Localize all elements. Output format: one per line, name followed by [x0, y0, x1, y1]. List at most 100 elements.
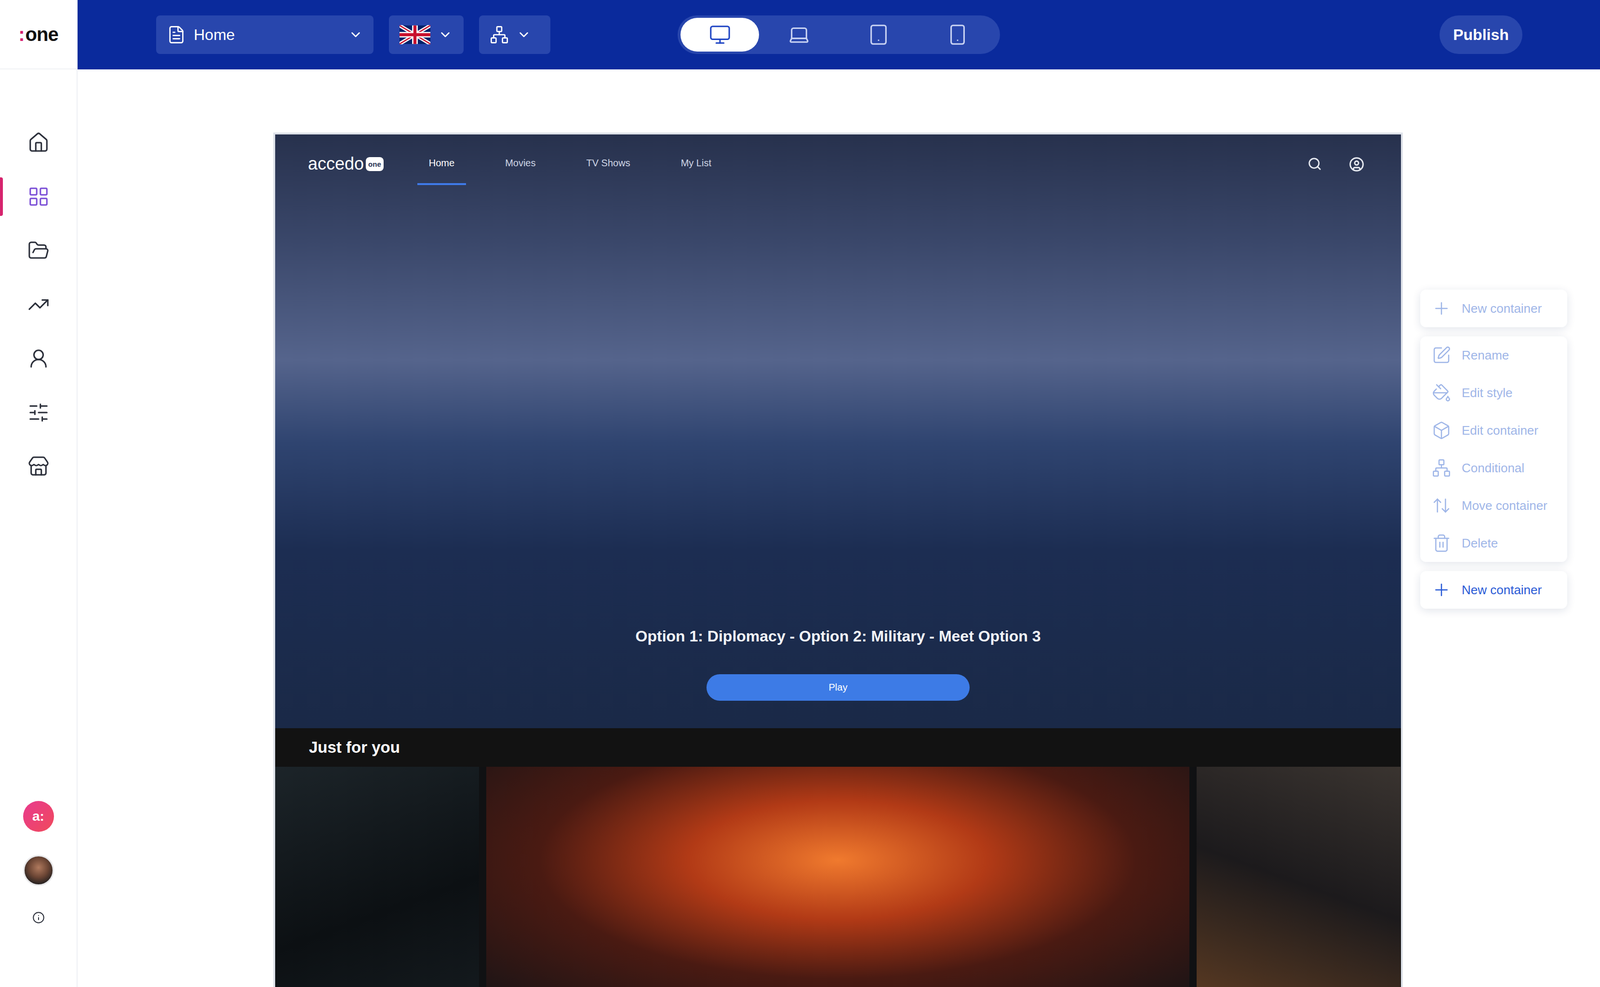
plus-icon — [1431, 580, 1452, 600]
brand-badge: one — [365, 157, 384, 172]
menu-item-label: New container — [1461, 301, 1542, 317]
logo-mark: : — [18, 23, 25, 46]
user-icon — [1348, 156, 1365, 173]
sidebar: :one a: — [0, 0, 78, 987]
menu-card: New container — [1420, 289, 1568, 328]
info-button[interactable] — [29, 910, 48, 925]
menu-item-label: Delete — [1461, 535, 1498, 551]
sidebar-item[interactable] — [0, 331, 77, 386]
menu-item-label: New container — [1461, 582, 1542, 598]
pen-icon — [1431, 345, 1452, 365]
container-menu: New container Rename Edit style Edit contai… — [1420, 289, 1568, 609]
account-button[interactable] — [1348, 156, 1365, 173]
app-nav-links: Home Movies TV Shows My List — [417, 151, 723, 186]
page-select[interactable]: Home — [156, 15, 374, 54]
menu-item[interactable]: Edit container — [1420, 411, 1568, 450]
sidebar-nav — [0, 115, 77, 494]
search-button[interactable] — [1307, 156, 1322, 173]
app-nav-link[interactable]: My List — [669, 151, 723, 186]
menu-item-label: Edit style — [1461, 385, 1513, 401]
publish-button[interactable]: Publish — [1439, 15, 1523, 54]
arrows-icon — [1431, 495, 1452, 516]
tv-icon — [708, 23, 732, 46]
play-button[interactable]: Play — [706, 674, 970, 701]
canvas: accedoone Home Movies TV Shows My List Option… — [77, 69, 1600, 987]
chevron-down-icon — [438, 27, 453, 42]
chevron-down-icon — [516, 27, 532, 42]
menu-item-label: Edit container — [1461, 423, 1539, 439]
hero-subtitle: Option 1: Diplomacy - Option 2: Military… — [635, 627, 1041, 646]
menu-item-label: Conditional — [1461, 460, 1525, 476]
user-avatar[interactable] — [23, 854, 54, 886]
tablet-icon — [867, 23, 890, 46]
uk-flag-icon — [399, 25, 431, 45]
box-icon — [1431, 420, 1452, 440]
app-nav-link[interactable]: Movies — [493, 151, 547, 186]
app-nav-icons — [1307, 151, 1365, 173]
sidebar-item[interactable] — [0, 169, 77, 224]
sidebar-bottom: a: — [0, 800, 77, 987]
chart-icon — [27, 293, 50, 316]
rail-card[interactable] — [1196, 766, 1401, 987]
rail-card[interactable] — [275, 766, 480, 987]
info-icon — [32, 911, 45, 924]
page-icon — [166, 25, 187, 45]
hero-content: Option 1: Diplomacy - Option 2: Military… — [635, 627, 1041, 729]
device-button[interactable] — [760, 17, 839, 52]
store-icon — [27, 455, 50, 478]
menu-item[interactable]: Delete — [1420, 524, 1568, 562]
rail-card[interactable] — [486, 766, 1190, 987]
tree-icon — [1431, 458, 1452, 478]
brand-logo[interactable]: accedoone — [307, 151, 384, 174]
paint-bucket-icon — [1431, 383, 1452, 403]
app-nav: accedoone Home Movies TV Shows My List — [275, 134, 1401, 186]
sidebar-item[interactable] — [0, 115, 77, 170]
folder-icon — [27, 239, 50, 262]
chevron-down-icon — [348, 27, 363, 42]
phone-icon — [946, 23, 969, 46]
device-button[interactable] — [839, 17, 918, 52]
menu-item[interactable]: Move container — [1420, 486, 1568, 525]
menu-item[interactable]: Edit style — [1420, 373, 1568, 412]
app-nav-link[interactable]: TV Shows — [574, 151, 642, 186]
grid-icon — [27, 185, 50, 208]
user-icon — [27, 347, 50, 370]
device-button[interactable] — [918, 17, 998, 52]
menu-item[interactable]: New container — [1420, 571, 1568, 609]
main: Home Publish accedoone Home Movies TV Shows My… — [77, 0, 1600, 987]
search-icon — [1307, 156, 1322, 172]
device-button[interactable] — [680, 17, 760, 52]
tree-icon — [489, 25, 509, 45]
rail-title: Just for you — [275, 728, 1401, 767]
menu-item[interactable]: Rename — [1420, 336, 1568, 374]
trash-icon — [1431, 533, 1452, 553]
logo-word: one — [25, 23, 59, 46]
assistant-badge[interactable]: a: — [23, 800, 54, 832]
toolbar-right: Publish — [1000, 15, 1600, 54]
menu-item-label: Move container — [1461, 498, 1548, 514]
sidebar-item[interactable] — [0, 277, 77, 332]
laptop-icon — [787, 23, 811, 46]
page-select-label: Home — [193, 26, 341, 44]
menu-item[interactable]: Conditional — [1420, 449, 1568, 487]
menu-item[interactable]: New container — [1420, 289, 1568, 328]
hero[interactable]: accedoone Home Movies TV Shows My List Option… — [275, 134, 1401, 729]
language-select[interactable] — [388, 15, 464, 54]
toolbar: Home Publish — [77, 0, 1600, 70]
app: :onea:HomePublishaccedooneHomeMoviesTV S… — [0, 0, 1600, 987]
structure-select[interactable] — [479, 15, 551, 54]
menu-card: Rename Edit style Edit container Conditiona… — [1420, 336, 1568, 562]
menu-item-label: Rename — [1461, 347, 1509, 363]
preview-frame: accedoone Home Movies TV Shows My List Option… — [273, 132, 1403, 987]
toolbar-left: Home — [77, 15, 678, 54]
home-icon — [27, 131, 50, 154]
app-nav-link[interactable]: Home — [417, 151, 467, 186]
sidebar-item[interactable] — [0, 439, 77, 494]
plus-icon — [1431, 298, 1452, 319]
sliders-icon — [27, 401, 50, 424]
logo[interactable]: :one — [0, 0, 77, 70]
rail — [275, 766, 1401, 987]
menu-card: New container — [1420, 571, 1568, 609]
sidebar-item[interactable] — [0, 385, 77, 440]
sidebar-item[interactable] — [0, 223, 77, 278]
